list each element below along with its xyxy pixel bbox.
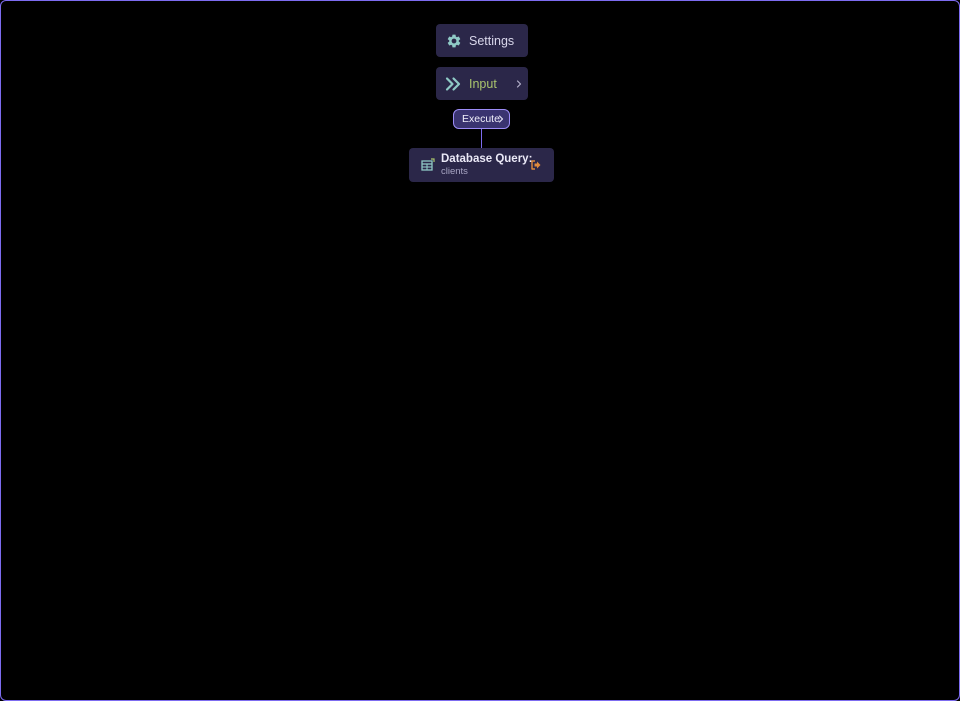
exit-icon[interactable] — [530, 159, 542, 171]
execute-button[interactable]: Execute — [453, 109, 510, 129]
settings-label: Settings — [469, 33, 515, 48]
database-query-title: Database Query: — [441, 153, 533, 166]
database-query-subtitle: clients — [441, 165, 468, 177]
double-chevron-right-icon — [445, 76, 461, 92]
input-node[interactable]: Input — [436, 67, 528, 100]
execute-label: Execute — [462, 113, 500, 125]
connector-line — [481, 129, 482, 148]
chevron-right-icon — [498, 115, 504, 123]
input-label: Input — [469, 76, 497, 91]
workflow-canvas[interactable]: Settings Input Execute Database Query: c… — [0, 0, 960, 701]
gear-icon — [446, 33, 462, 49]
database-query-node[interactable]: Database Query: clients — [409, 148, 554, 182]
chevron-right-icon[interactable] — [516, 79, 522, 88]
settings-node[interactable]: Settings — [436, 24, 528, 57]
table-icon — [421, 158, 435, 172]
